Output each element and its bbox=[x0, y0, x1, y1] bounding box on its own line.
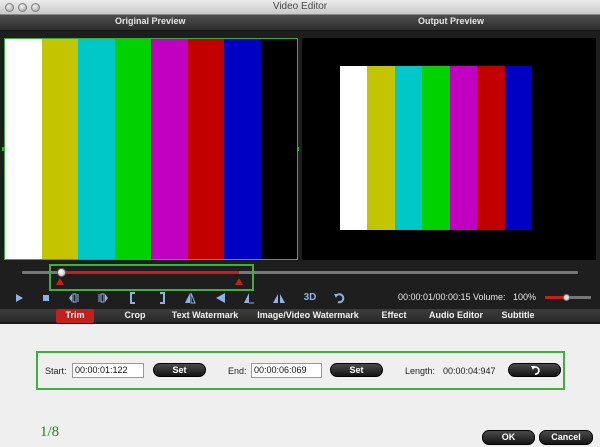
output-color-bars bbox=[340, 66, 532, 230]
trim-end-marker[interactable] bbox=[235, 278, 243, 285]
volume-slider-knob[interactable] bbox=[562, 294, 570, 301]
original-preview-label: Original Preview bbox=[115, 16, 186, 26]
color-bar bbox=[41, 39, 78, 259]
page-indicator: 1/8 bbox=[40, 424, 60, 440]
editor-tabs: Trim Crop Text Watermark Image/Video Wat… bbox=[0, 309, 600, 323]
rotate-left-icon[interactable] bbox=[214, 291, 226, 305]
ok-button[interactable]: OK bbox=[482, 430, 535, 445]
color-bar bbox=[5, 39, 42, 259]
color-bar bbox=[422, 66, 450, 230]
tab-text-watermark[interactable]: Text Watermark bbox=[166, 309, 244, 323]
undo-icon[interactable] bbox=[333, 291, 345, 305]
reset-icon bbox=[530, 366, 540, 375]
output-preview-label: Output Preview bbox=[418, 16, 485, 26]
3d-button[interactable]: 3D bbox=[301, 291, 319, 305]
mark-out-icon[interactable] bbox=[157, 291, 167, 305]
playback-time: 00:00:01/00:00:15 bbox=[398, 292, 471, 302]
color-bar bbox=[187, 39, 224, 259]
tab-trim[interactable]: Trim bbox=[56, 309, 94, 323]
flip-horizontal-icon[interactable] bbox=[272, 291, 286, 305]
color-bar bbox=[340, 66, 368, 230]
color-bar bbox=[394, 66, 423, 230]
prev-frame-icon[interactable] bbox=[68, 291, 80, 305]
play-icon[interactable] bbox=[14, 291, 24, 305]
window-title: Video Editor bbox=[272, 1, 328, 12]
output-preview bbox=[302, 38, 596, 260]
end-time-field[interactable]: 00:00:06:069 bbox=[251, 363, 322, 378]
set-end-button[interactable]: Set bbox=[330, 363, 383, 377]
reset-trim-button[interactable] bbox=[508, 363, 561, 377]
length-label: Length: bbox=[405, 366, 436, 376]
color-bar bbox=[224, 39, 261, 259]
cancel-button[interactable]: Cancel bbox=[539, 430, 593, 445]
window-titlebar: Video Editor bbox=[0, 0, 600, 15]
color-bar bbox=[151, 39, 188, 259]
next-frame-icon[interactable] bbox=[97, 291, 109, 305]
original-preview[interactable] bbox=[2, 38, 299, 260]
flip-vertical-icon[interactable] bbox=[184, 291, 196, 305]
tab-audio-editor[interactable]: Audio Editor bbox=[424, 309, 488, 323]
start-label: Start: bbox=[45, 366, 67, 376]
playhead-knob[interactable] bbox=[57, 268, 66, 277]
color-bar bbox=[78, 39, 115, 259]
color-bar bbox=[367, 66, 395, 230]
color-bar bbox=[260, 39, 297, 259]
color-bar bbox=[449, 66, 478, 230]
color-bar bbox=[114, 39, 151, 259]
tab-subtitle[interactable]: Subtitle bbox=[496, 309, 540, 323]
color-bar bbox=[477, 66, 505, 230]
tab-image-video-watermark[interactable]: Image/Video Watermark bbox=[252, 309, 364, 323]
playback-controls: 3D 00:00:01/00:00:15 Volume: 100% bbox=[0, 290, 600, 306]
trim-range-highlight bbox=[49, 264, 254, 291]
volume-value: 100% bbox=[513, 292, 537, 302]
tab-crop[interactable]: Crop bbox=[118, 309, 152, 323]
end-label: End: bbox=[228, 366, 247, 376]
preview-header: Original Preview Output Preview bbox=[0, 15, 600, 31]
rotate-right-icon[interactable] bbox=[243, 291, 255, 305]
tab-effect[interactable]: Effect bbox=[375, 309, 413, 323]
color-bar bbox=[504, 66, 532, 230]
start-time-field[interactable]: 00:00:01:122 bbox=[72, 363, 144, 378]
length-value: 00:00:04:947 bbox=[443, 366, 496, 376]
trim-start-marker[interactable] bbox=[56, 278, 64, 285]
mark-in-icon[interactable] bbox=[128, 291, 138, 305]
volume-label: Volume: bbox=[473, 292, 506, 302]
stop-icon[interactable] bbox=[41, 291, 51, 305]
set-start-button[interactable]: Set bbox=[153, 363, 206, 377]
